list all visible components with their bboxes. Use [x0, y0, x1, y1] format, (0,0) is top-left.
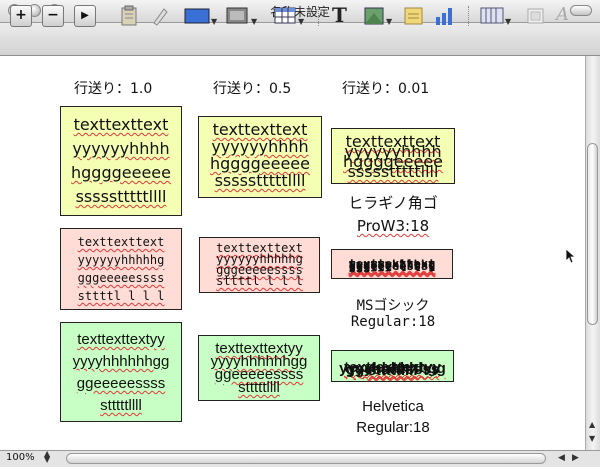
- text-line: sttttl l l l: [77, 289, 165, 303]
- font-size-icon[interactable]: A: [556, 5, 569, 27]
- text-line: yyyyyyhhhh: [211, 137, 309, 156]
- font-label-hiragino-style: ProW3:18: [356, 217, 430, 235]
- vertical-scroll-thumb[interactable]: [587, 143, 598, 325]
- text-line: sttttl l l l: [216, 274, 303, 288]
- layout-icon[interactable]: [526, 5, 546, 27]
- play-button[interactable]: ▶: [74, 5, 96, 27]
- table-dropdown-icon[interactable]: ▼: [298, 17, 304, 26]
- scroll-up-arrow-icon[interactable]: ▲: [589, 420, 595, 429]
- text-line: stttttllll: [100, 397, 142, 414]
- text-box-msgothic-05[interactable]: texttexttext yyyyyyhhhhhg gggeeeeessss s…: [199, 237, 320, 293]
- text-line: hggggeeeee: [71, 163, 171, 182]
- text-box-hiragino-001[interactable]: texttexttext yyyyyyhhhh hggggeeeee sssss…: [331, 128, 455, 184]
- text-box-helvetica-05[interactable]: texttexttextyy yyyyhhhhhhgg ggeeeeessss …: [198, 335, 320, 401]
- zoom-level[interactable]: 100%: [6, 452, 35, 463]
- pen-icon[interactable]: [150, 5, 170, 27]
- shape-dropdown-icon[interactable]: ▼: [386, 17, 392, 26]
- image-dropdown-icon[interactable]: ▼: [251, 17, 257, 26]
- scroll-down-arrow-icon[interactable]: ▼: [589, 434, 595, 443]
- text-line: yyyyhhhhhhgg: [72, 353, 170, 370]
- text-box-helvetica-1[interactable]: texttexttextyy yyyyhhhhhhgg ggeeeeessss …: [60, 322, 182, 422]
- mouse-cursor-icon: [565, 248, 577, 268]
- text-line: texttexttext: [73, 115, 169, 134]
- font-label-msgothic-style: Regular:18: [350, 314, 436, 330]
- text-box-msgothic-001[interactable]: texttexttext yyyyyyhhhhhg gggeeeeessss s…: [331, 249, 453, 279]
- text-line: ssssstttttllll: [347, 162, 439, 181]
- toolbar-toggle-button[interactable]: [570, 5, 592, 16]
- text-box-hiragino-1[interactable]: texttexttext yyyyyyhhhh hggggeeeee sssss…: [60, 106, 182, 216]
- text-line: texttexttext: [212, 120, 308, 139]
- text-line: yyyyyyhhhh: [72, 139, 170, 158]
- text-line: yyyyyyhhhhhg: [77, 253, 165, 267]
- horizontal-scroll-thumb[interactable]: [66, 453, 546, 464]
- text-box-msgothic-1[interactable]: texttexttext yyyyyyhhhhhg gggeeeeessss s…: [60, 228, 182, 310]
- columns-dropdown-icon[interactable]: ▼: [505, 17, 511, 26]
- chart-icon[interactable]: [434, 5, 456, 27]
- text-line: ggeeeeessss: [76, 375, 166, 392]
- text-tool-icon[interactable]: T: [332, 5, 347, 27]
- text-line: hggggeeeee: [210, 154, 310, 173]
- font-label-helvetica-name: Helvetica: [362, 398, 424, 415]
- comment-icon[interactable]: [404, 5, 424, 27]
- toolbar-separator: [318, 6, 320, 26]
- fill-color-dropdown-icon[interactable]: ▼: [211, 17, 217, 26]
- zoom-stepper-icon[interactable]: ▲ ▼: [44, 450, 50, 464]
- font-label-helvetica-style: Regular:18: [356, 419, 430, 436]
- toolbar-separator: [468, 6, 470, 26]
- column-header-spacing-1: 行送り：1.0: [74, 81, 153, 97]
- toolbar: [0, 23, 600, 56]
- scroll-right-arrow-icon[interactable]: ▶: [572, 453, 579, 463]
- remove-button[interactable]: −: [42, 5, 64, 27]
- text-box-hiragino-05[interactable]: texttexttext yyyyyyhhhh hggggeeeee sssss…: [198, 116, 322, 198]
- text-line: sttttl l l l: [348, 260, 436, 274]
- text-line: gggeeeeessss: [77, 271, 165, 285]
- column-header-spacing-001: 行送り：0.01: [342, 81, 430, 97]
- clipboard-icon[interactable]: [120, 5, 138, 27]
- text-box-helvetica-001[interactable]: texttexttextyy yyyyhhhhhhgg ggeeeeessss …: [331, 350, 454, 382]
- text-line: ssssstttttllll: [214, 171, 306, 190]
- text-line: texttexttextyy: [77, 331, 165, 348]
- column-header-spacing-05: 行送り：0.5: [213, 81, 292, 97]
- text-line: ssssstttttllll: [75, 187, 167, 206]
- scroll-left-arrow-icon[interactable]: ◀: [558, 453, 565, 463]
- font-label-msgothic-name: MSゴシック: [356, 298, 430, 314]
- font-label-hiragino-name: ヒラギノ角ゴ: [348, 194, 438, 212]
- text-line: texttexttext: [77, 235, 165, 249]
- add-button[interactable]: +: [10, 5, 32, 27]
